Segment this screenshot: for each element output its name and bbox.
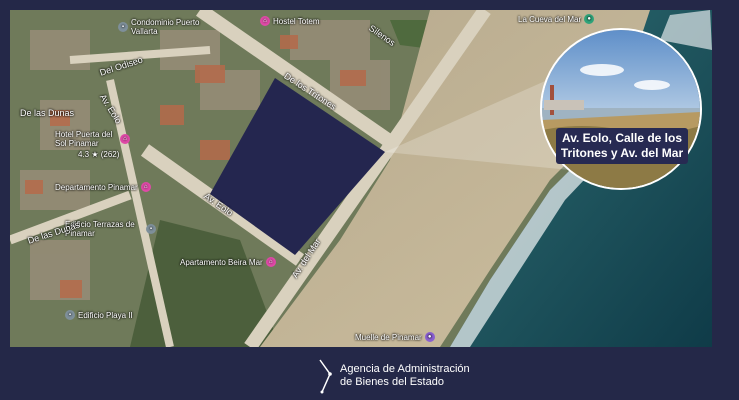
poi-hostel-totem[interactable]: ⌂ Hostel Totem	[260, 16, 320, 26]
poi-la-cueva-del-mar[interactable]: La Cueva del Mar ●	[518, 14, 595, 24]
rating-label: 4.3 ★ (262)	[78, 150, 120, 159]
pier-icon: ●	[424, 332, 435, 342]
agency-footer: Agencia de Administración de Bienes del …	[318, 356, 490, 396]
poi-edificio-playa[interactable]: ▪ Edificio Playa II	[65, 310, 133, 320]
lodging-icon: ⌂	[265, 257, 276, 267]
agency-name-line2: de Bienes del Estado	[340, 376, 444, 388]
building-icon: ▪	[118, 22, 128, 32]
building-icon: ▪	[146, 224, 156, 234]
poi-muelle-de-pinamar[interactable]: Muelle de Pinamar ●	[355, 332, 435, 342]
lodging-icon: ⌂	[140, 182, 151, 192]
location-photo-inset	[540, 28, 702, 190]
poi-hotel-puerta-del-sol[interactable]: Hotel Puerta del Sol Pinamar ⌂	[55, 130, 130, 148]
poi-apartamento-beira-mar[interactable]: Apartamento Beira Mar ⌂	[180, 257, 276, 267]
agency-name: Agencia de Administración de Bienes del …	[340, 363, 490, 389]
place-icon: ●	[584, 14, 595, 24]
lodging-icon: ⌂	[120, 134, 130, 144]
building-icon: ▪	[65, 310, 75, 320]
poi-departamento-pinamar[interactable]: Departamento Pinamar ⌂	[55, 182, 151, 192]
beach-photo	[542, 30, 700, 188]
lodging-icon: ⌂	[260, 16, 270, 26]
agency-name-line1: Agencia de Administración	[340, 363, 470, 375]
agency-logo-icon	[319, 359, 332, 394]
poi-condominio[interactable]: ▪ Condominio Puerto Vallarta	[118, 18, 201, 36]
street-label-dunas-west: De las Dunas	[20, 108, 75, 118]
location-callout-label: Av. Eolo, Calle de los Tritones y Av. de…	[556, 128, 688, 164]
